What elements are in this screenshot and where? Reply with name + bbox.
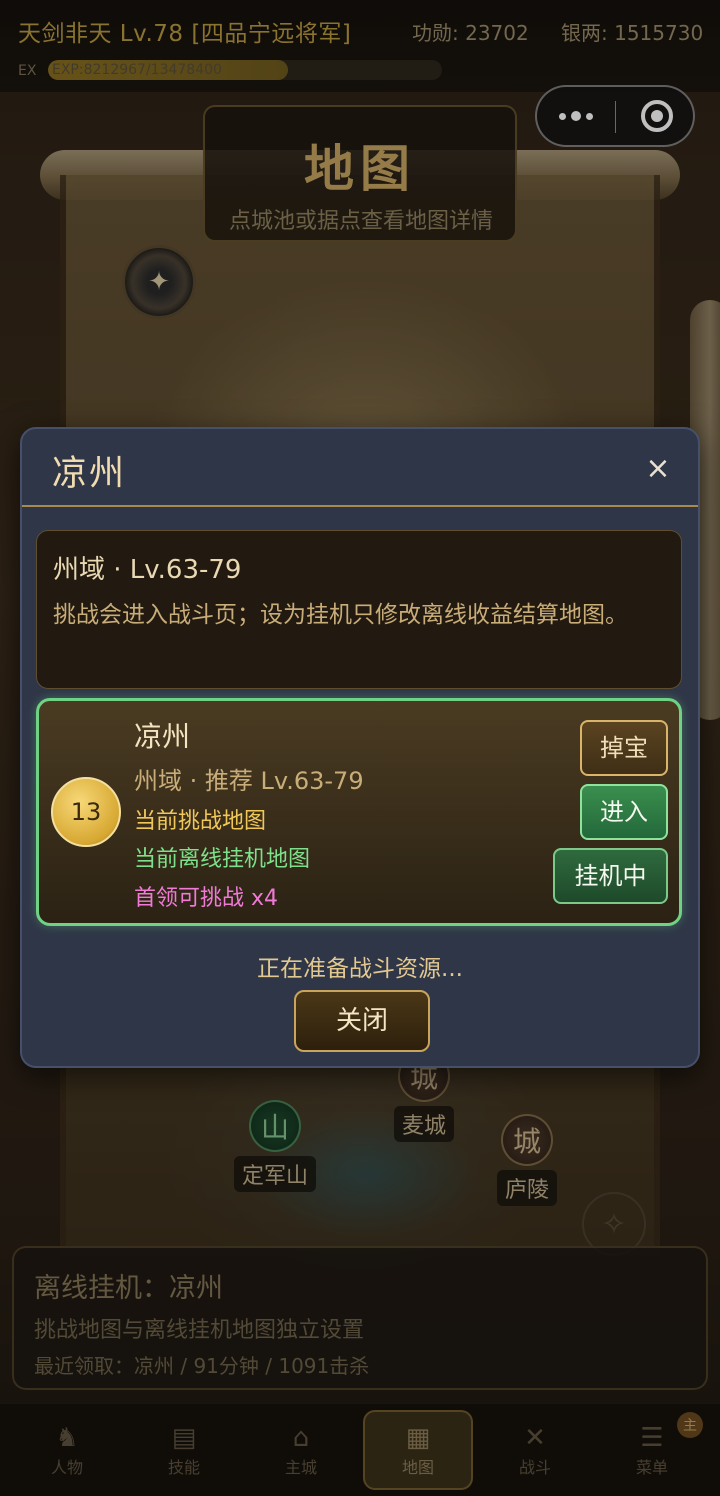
loot-button[interactable]: 掉宝 [580, 720, 668, 776]
enter-button[interactable]: 进入 [580, 784, 668, 840]
close-button[interactable]: 关闭 [294, 990, 430, 1052]
boss-challenge-count: 首领可挑战 x4 [134, 886, 279, 911]
region-info-box: 州域 · Lv.63-79 挑战会进入战斗页；设为挂机只修改离线收益结算地图。 [36, 530, 682, 689]
region-description: 挑战会进入战斗页；设为挂机只修改离线收益结算地图。 [53, 602, 628, 628]
map-detail-modal: 凉州 × 州域 · Lv.63-79 挑战会进入战斗页；设为挂机只修改离线收益结… [20, 427, 700, 1068]
map-index-badge: 13 [51, 777, 121, 847]
map-entry-card[interactable]: 13 凉州 州域 · 推荐 Lv.63-79 当前挑战地图 当前离线挂机地图 首… [36, 698, 682, 926]
close-icon[interactable]: × [638, 449, 678, 489]
map-name: 凉州 [134, 720, 191, 753]
region-level-range: 州域 · Lv.63-79 [53, 555, 242, 585]
current-challenge-status: 当前挑战地图 [134, 809, 267, 834]
current-idle-status: 当前离线挂机地图 [134, 847, 311, 872]
modal-header: 凉州 × [22, 429, 698, 507]
idle-active-button[interactable]: 挂机中 [553, 848, 668, 904]
modal-title: 凉州 [52, 454, 127, 494]
loading-status: 正在准备战斗资源... [257, 956, 463, 982]
map-recommend-level: 州域 · 推荐 Lv.63-79 [134, 767, 364, 795]
